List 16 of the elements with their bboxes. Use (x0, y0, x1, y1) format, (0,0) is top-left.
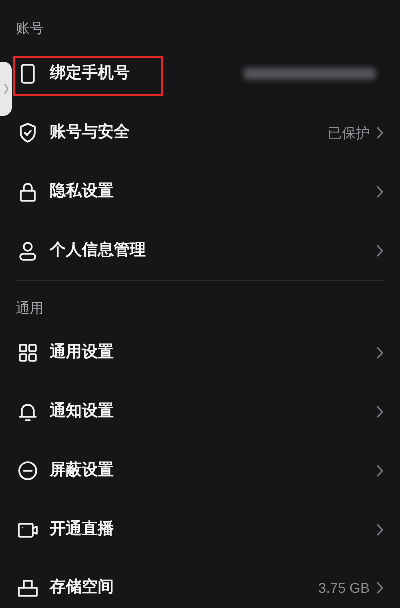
minus-circle-icon (16, 458, 40, 483)
row-label: 通知设置 (50, 402, 114, 422)
row-label: 开通直播 (50, 520, 114, 540)
row-label: 隐私设置 (50, 182, 114, 202)
row-label: 绑定手机号 (50, 64, 130, 84)
row-value: 已保护 (328, 124, 370, 142)
row-label: 个人信息管理 (50, 240, 146, 261)
section-header: 账号 (16, 20, 44, 36)
row-label: 屏蔽设置 (50, 460, 114, 481)
row-label: 账号与安全 (50, 123, 130, 144)
row-label: 通用设置 (50, 343, 114, 364)
row-label: 存储空间 (50, 578, 114, 598)
drawer-handle[interactable] (0, 62, 12, 116)
row-value: 3.75 GB (318, 579, 370, 598)
section-header: 通用 (16, 300, 44, 316)
chevron-icon (4, 83, 8, 95)
